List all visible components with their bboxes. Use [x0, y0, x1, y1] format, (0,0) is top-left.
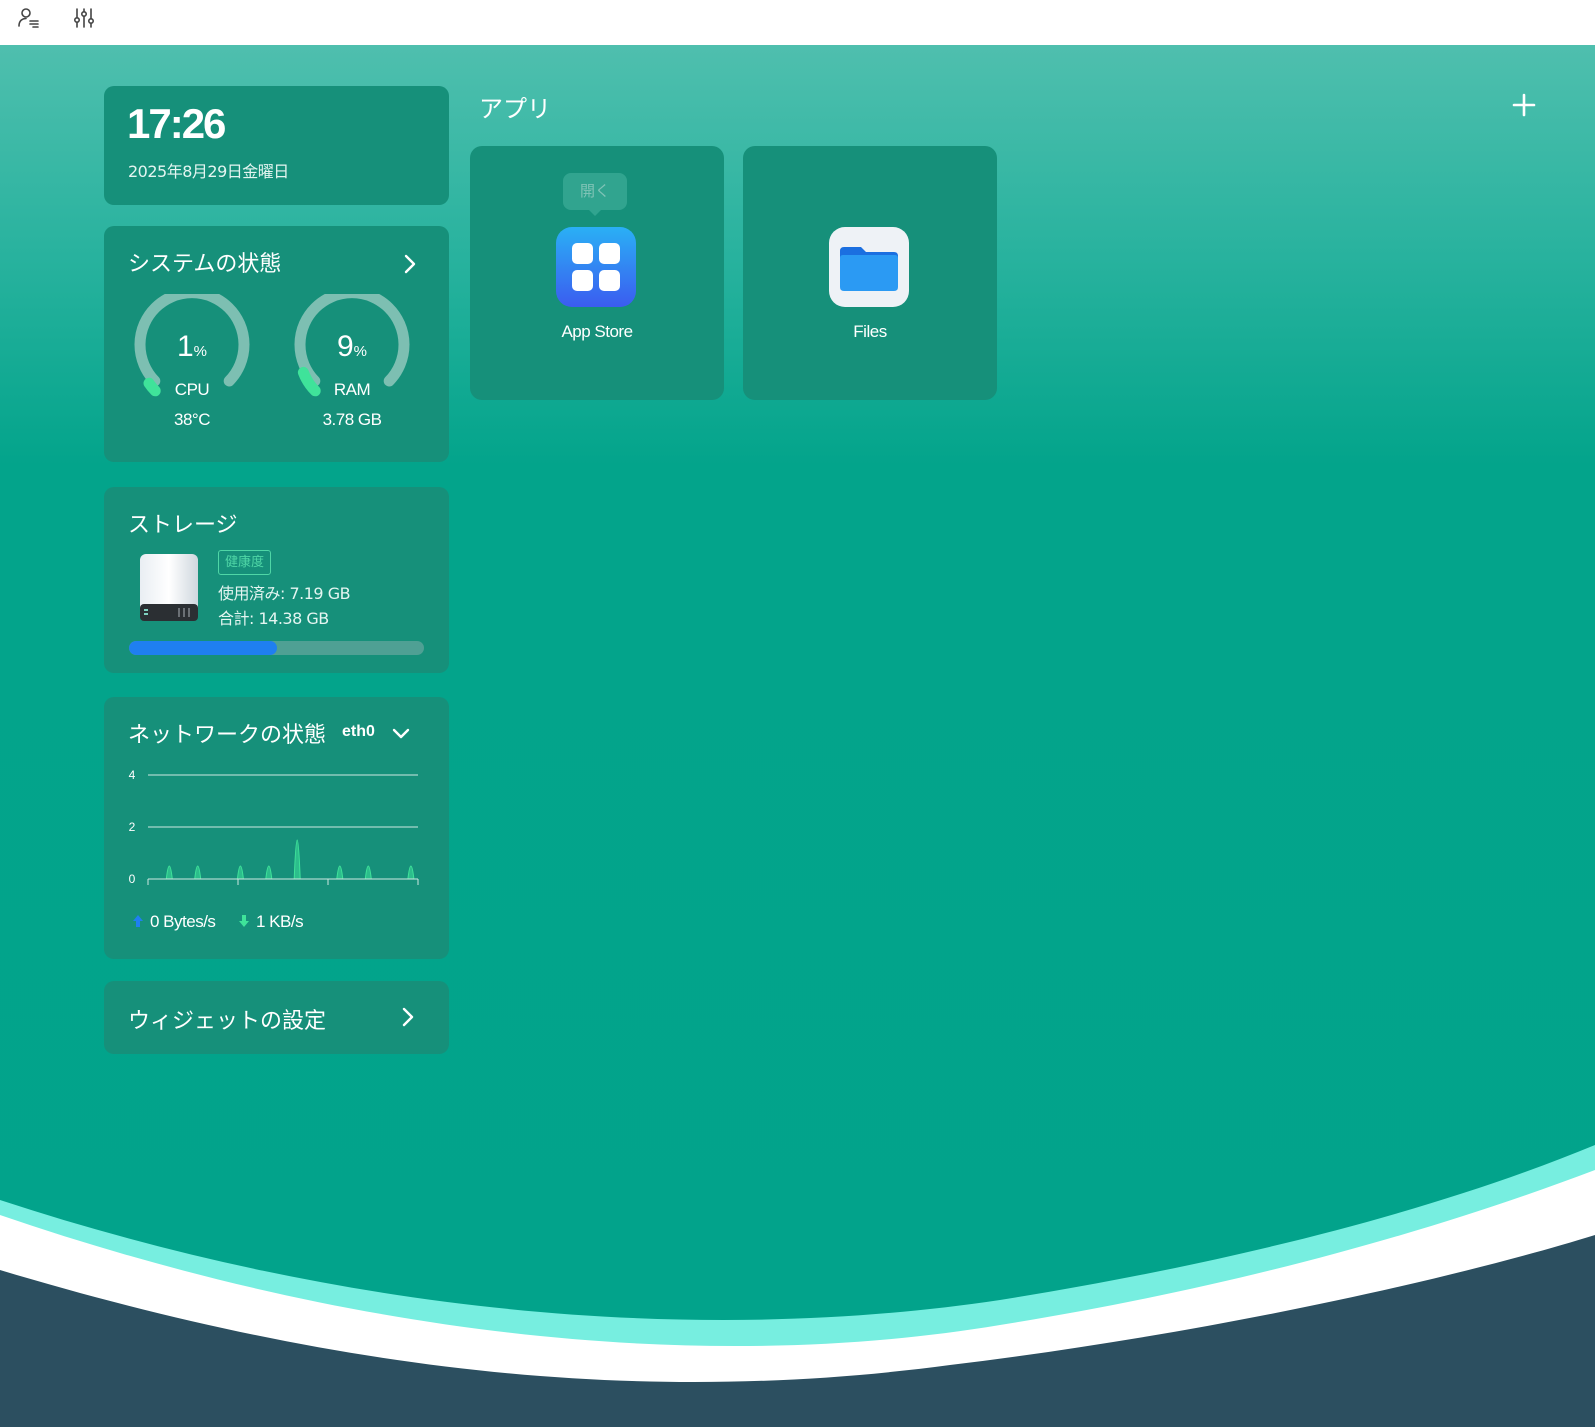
download-arrow-icon	[238, 913, 250, 927]
app-tile-app-store[interactable]: 開く App Store	[470, 146, 724, 400]
health-badge: 健康度	[218, 550, 272, 575]
ram-label: RAM	[333, 380, 371, 399]
clock-widget: 17:26 2025年8月29日金曜日	[104, 86, 449, 205]
hard-drive-icon	[138, 554, 200, 622]
download-speed: 1 KB/s	[238, 912, 304, 932]
chevron-right-icon[interactable]	[400, 252, 420, 276]
chevron-right-icon[interactable]	[398, 1005, 418, 1029]
ram-usage: 3.78 GB	[322, 410, 382, 429]
ram-value: 9%	[336, 330, 368, 363]
desktop: 17:26 2025年8月29日金曜日 システムの状態 1% CPU 38°C …	[0, 45, 1595, 1427]
widget-settings-label: ウィジェットの設定	[128, 1009, 327, 1034]
cpu-label: CPU	[174, 380, 210, 399]
upload-arrow-icon	[132, 913, 144, 927]
apps-section-title: アプリ	[479, 95, 551, 123]
storage-widget: ストレージ 健康度 使用済み: 7.19 GB 合計: 14.38 GB	[104, 487, 449, 673]
network-status-widget: ネットワークの状態 eth0 4 2 0 0 Bytes/s 1 KB/s	[104, 697, 449, 959]
cpu-temperature: 38°C	[174, 410, 210, 429]
open-tooltip: 開く	[563, 173, 627, 216]
y-tick-label: 2	[129, 820, 136, 834]
top-bar	[0, 0, 1595, 45]
upload-speed: 0 Bytes/s	[132, 912, 216, 932]
storage-used: 使用済み: 7.19 GB	[218, 584, 351, 603]
app-name: App Store	[561, 322, 633, 341]
network-chart: 4 2 0	[129, 768, 419, 886]
cpu-gauge: 1% CPU 38°C	[132, 294, 252, 429]
y-tick-label: 4	[129, 768, 136, 782]
widget-settings-button[interactable]: ウィジェットの設定	[104, 981, 449, 1054]
storage-title: ストレージ	[128, 513, 238, 538]
settings-sliders-icon[interactable]	[71, 5, 97, 31]
app-name: Files	[853, 322, 887, 341]
storage-total: 合計: 14.38 GB	[218, 609, 329, 628]
user-menu-icon[interactable]	[16, 5, 42, 31]
app-store-icon[interactable]	[556, 227, 636, 307]
clock-time: 17:26	[127, 100, 226, 147]
cpu-value: 1%	[176, 330, 208, 363]
system-status-widget: システムの状態 1% CPU 38°C 9% RAM 3.78 GB	[104, 226, 449, 462]
chevron-down-icon[interactable]	[390, 723, 412, 747]
network-status-title: ネットワークの状態	[128, 723, 327, 748]
ram-gauge: 9% RAM 3.78 GB	[292, 294, 412, 429]
network-traffic-area	[148, 839, 418, 880]
storage-progress-bar	[129, 641, 424, 655]
y-tick-label: 0	[129, 872, 136, 886]
storage-progress-fill	[129, 641, 277, 655]
clock-date: 2025年8月29日金曜日	[128, 162, 289, 181]
app-tile-files[interactable]: Files	[743, 146, 997, 400]
add-app-icon[interactable]	[1510, 91, 1538, 119]
interface-selector[interactable]: eth0	[342, 723, 375, 741]
system-status-title: システムの状態	[128, 252, 282, 277]
folder-icon[interactable]	[829, 227, 909, 307]
